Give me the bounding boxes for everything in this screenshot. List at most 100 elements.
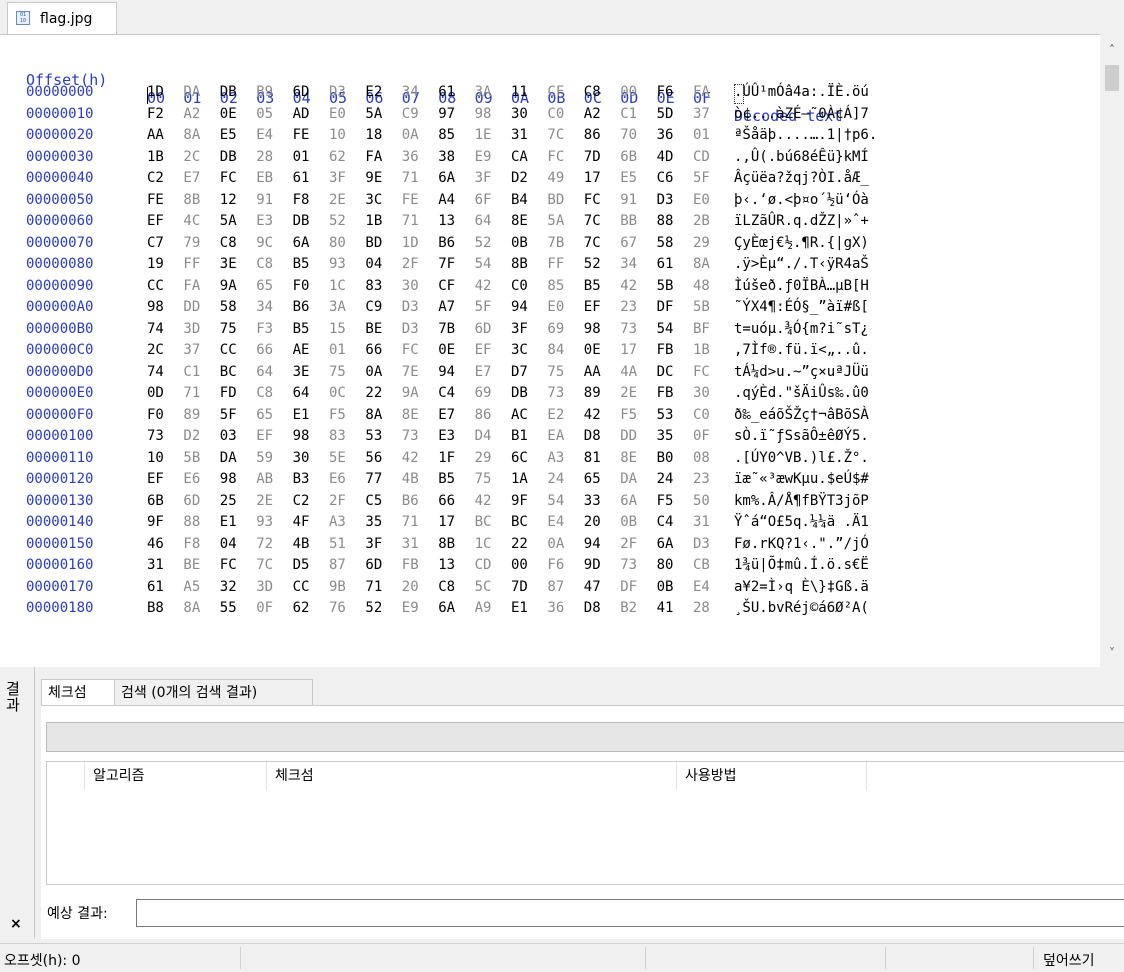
hex-byte[interactable]: 6A — [293, 235, 310, 251]
hex-byte[interactable]: 53 — [657, 407, 674, 423]
hex-byte[interactable]: BD — [547, 192, 564, 208]
hex-byte[interactable]: 1B — [365, 213, 382, 229]
hex-byte[interactable]: 97 — [438, 106, 455, 122]
hex-byte[interactable]: 2E — [256, 493, 273, 509]
hex-byte[interactable]: D5 — [293, 557, 310, 573]
decoded-text[interactable]: ò¢...àZÉ—˜0À¢Á]7 — [734, 106, 869, 122]
hex-byte[interactable]: 8A — [183, 600, 200, 616]
hex-byte[interactable]: 61 — [293, 170, 310, 186]
hex-byte[interactable]: 0F — [693, 428, 710, 444]
hex-byte[interactable]: 24 — [547, 471, 564, 487]
hex-byte[interactable]: 28 — [256, 149, 273, 165]
hex-byte[interactable]: B2 — [620, 600, 637, 616]
hex-byte[interactable]: 31 — [693, 514, 710, 530]
hex-byte[interactable]: 62 — [293, 600, 310, 616]
hex-byte[interactable]: 35 — [657, 428, 674, 444]
hex-byte[interactable]: FC — [693, 364, 710, 380]
hex-byte[interactable]: A3 — [329, 514, 346, 530]
hex-byte[interactable]: B5 — [584, 278, 601, 294]
hex-byte[interactable]: 7C — [256, 557, 273, 573]
hex-byte[interactable]: 72 — [256, 536, 273, 552]
hex-byte[interactable]: 61 — [438, 84, 455, 100]
tab-search[interactable]: 검색 (0개의 검색 결과) — [115, 679, 313, 705]
hex-byte[interactable]: C8 — [256, 256, 273, 272]
hex-byte[interactable]: 1D — [147, 84, 164, 100]
hex-byte[interactable]: FC — [220, 557, 237, 573]
hex-byte[interactable]: 55 — [220, 600, 237, 616]
hex-byte[interactable]: 74 — [147, 364, 164, 380]
hex-byte[interactable]: 84 — [547, 342, 564, 358]
hex-byte[interactable]: 73 — [620, 321, 637, 337]
hex-byte[interactable]: 9C — [256, 235, 273, 251]
hex-byte[interactable]: 20 — [402, 579, 419, 595]
hex-byte[interactable]: 34 — [256, 299, 273, 315]
decoded-text[interactable]: .[ÚY0^VB.)l£.Ž°. — [734, 450, 869, 466]
hex-byte[interactable]: 35 — [365, 514, 382, 530]
hex-byte[interactable]: F0 — [147, 407, 164, 423]
hex-byte[interactable]: C1 — [620, 106, 637, 122]
hex-byte[interactable]: 5B — [657, 278, 674, 294]
hex-byte[interactable]: 0B — [657, 579, 674, 595]
hex-byte[interactable]: FC — [402, 342, 419, 358]
hex-byte[interactable]: 86 — [584, 127, 601, 143]
hex-byte[interactable]: FA — [183, 278, 200, 294]
hex-byte[interactable]: 64 — [475, 213, 492, 229]
hex-byte[interactable]: 47 — [584, 579, 601, 595]
scroll-up-icon[interactable]: ˄ — [1100, 40, 1124, 60]
hex-byte[interactable]: E5 — [220, 127, 237, 143]
hex-byte[interactable]: CC — [147, 278, 164, 294]
hex-byte[interactable]: 1F — [438, 450, 455, 466]
hex-byte[interactable]: F5 — [620, 407, 637, 423]
hex-byte[interactable]: A2 — [584, 106, 601, 122]
hex-byte[interactable]: A2 — [183, 106, 200, 122]
hex-byte[interactable]: 00 — [620, 84, 637, 100]
hex-byte[interactable]: 5B — [693, 299, 710, 315]
hex-byte[interactable]: 17 — [584, 170, 601, 186]
decoded-text[interactable]: .,Û(.bú68éÊü}kMÍ — [734, 149, 869, 165]
hex-byte[interactable]: 98 — [220, 471, 237, 487]
hex-byte[interactable]: BF — [693, 321, 710, 337]
decoded-text[interactable]: .qýÈd."šÄiÛs‰.û0 — [734, 385, 869, 401]
hex-byte[interactable]: F8 — [293, 192, 310, 208]
hex-byte[interactable]: 0B — [620, 514, 637, 530]
hex-byte[interactable]: B1 — [511, 428, 528, 444]
hex-byte[interactable]: 31 — [402, 536, 419, 552]
hex-byte[interactable]: 5D — [657, 106, 674, 122]
hex-byte[interactable]: D2 — [183, 428, 200, 444]
hex-byte[interactable]: 3E — [220, 256, 237, 272]
hex-byte[interactable]: FA — [693, 84, 710, 100]
hex-byte[interactable]: DB — [220, 149, 237, 165]
hex-byte[interactable]: FE — [293, 127, 310, 143]
hex-byte[interactable]: 61 — [147, 579, 164, 595]
hex-byte[interactable]: 71 — [402, 213, 419, 229]
hex-byte[interactable]: D8 — [584, 428, 601, 444]
hex-byte[interactable]: 94 — [511, 299, 528, 315]
hex-byte[interactable]: 32 — [220, 579, 237, 595]
hex-byte[interactable]: 7C — [584, 235, 601, 251]
hex-byte[interactable]: 24 — [657, 471, 674, 487]
hex-byte[interactable]: 42 — [475, 278, 492, 294]
decoded-text[interactable]: ïLZãÛR.q.dŽZ|»ˆ+ — [734, 213, 869, 229]
hex-byte[interactable]: 30 — [693, 385, 710, 401]
hex-byte[interactable]: 42 — [620, 278, 637, 294]
hex-byte[interactable]: 4B — [402, 471, 419, 487]
vertical-scrollbar[interactable]: ˄ ˅ — [1100, 34, 1124, 667]
hex-byte[interactable]: 5E — [329, 450, 346, 466]
hex-byte[interactable]: DB — [293, 213, 310, 229]
hex-byte[interactable]: CB — [693, 557, 710, 573]
hex-byte[interactable]: 6B — [620, 149, 637, 165]
hex-byte[interactable]: 2B — [693, 213, 710, 229]
hex-byte[interactable]: C8 — [256, 385, 273, 401]
hex-byte[interactable]: C6 — [657, 170, 674, 186]
hex-byte[interactable]: 74 — [147, 321, 164, 337]
hex-byte[interactable]: E0 — [693, 192, 710, 208]
hex-byte[interactable]: 3F — [365, 536, 382, 552]
hex-byte[interactable]: DF — [657, 299, 674, 315]
hex-byte[interactable]: D3 — [402, 299, 419, 315]
checksum-list[interactable]: 알고리즘 체크섬 사용방법 — [46, 761, 1124, 885]
hex-byte[interactable]: C4 — [438, 385, 455, 401]
hex-byte[interactable]: 0E — [438, 342, 455, 358]
hex-byte[interactable]: 69 — [547, 321, 564, 337]
hex-byte[interactable]: 3C — [511, 342, 528, 358]
hex-byte[interactable]: 66 — [256, 342, 273, 358]
